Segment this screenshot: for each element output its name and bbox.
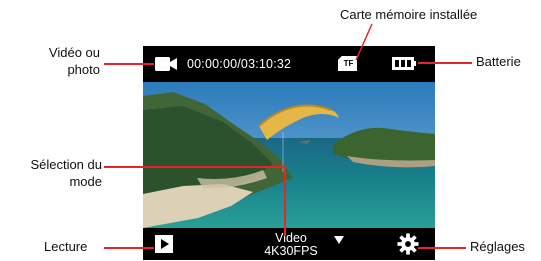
live-preview-image xyxy=(143,82,435,228)
callout-mode-selection-line2: mode xyxy=(69,174,102,189)
mode-resolution[interactable]: 4K30FPS xyxy=(251,244,331,258)
callout-memory-card: Carte mémoire installée xyxy=(340,7,478,22)
battery-icon xyxy=(392,57,416,70)
camera-screen: 00:00:00/03:10:32 TF Video 4K30FPS xyxy=(143,46,435,260)
gear-icon[interactable] xyxy=(397,233,419,255)
callout-video-or-photo: Vidéo ou photo xyxy=(8,44,100,78)
callout-video-or-photo-line1: Vidéo ou xyxy=(48,45,100,60)
triangle-down-icon[interactable] xyxy=(333,235,345,245)
video-camera-icon[interactable] xyxy=(155,56,177,72)
callout-playback: Lecture xyxy=(44,239,88,254)
play-icon[interactable] xyxy=(155,235,173,253)
leader-battery xyxy=(418,62,472,64)
callout-mode-selection: Sélection du mode xyxy=(4,156,102,190)
leader-settings xyxy=(418,247,466,249)
callout-video-or-photo-line2: photo xyxy=(67,62,100,77)
leader-mode-selection-vertical xyxy=(284,166,286,236)
recording-timecode: 00:00:00/03:10:32 xyxy=(187,57,292,71)
leader-mode-selection-horizontal xyxy=(104,166,285,168)
callout-settings: Réglages xyxy=(470,239,525,254)
callout-battery: Batterie xyxy=(476,54,521,69)
leader-memory-card xyxy=(355,23,373,61)
callout-mode-selection-line1: Sélection du xyxy=(30,157,102,172)
leader-playback xyxy=(104,247,154,249)
leader-video-or-photo xyxy=(104,63,154,65)
